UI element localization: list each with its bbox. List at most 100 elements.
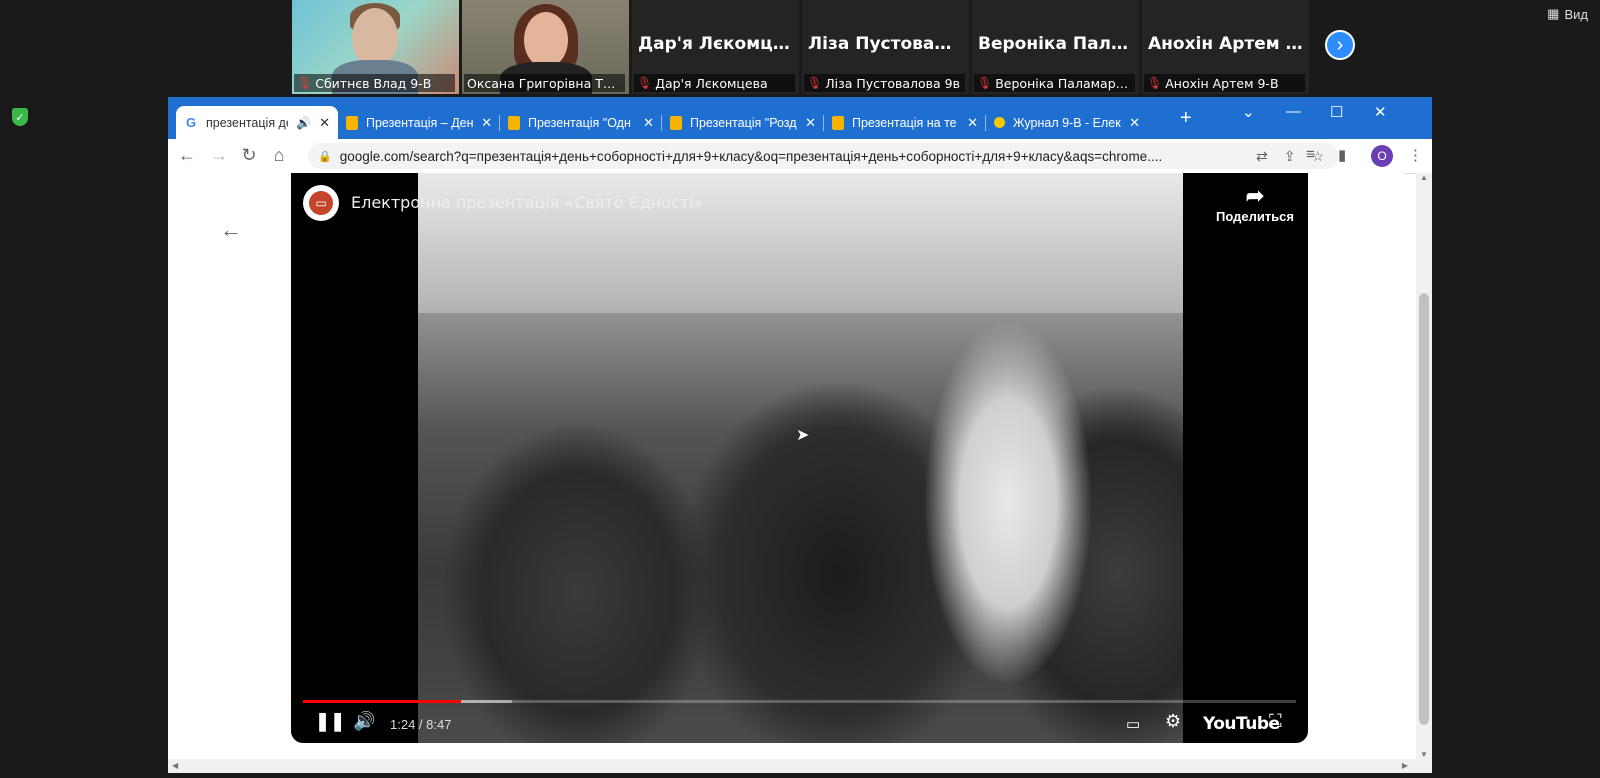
participant-tile[interactable]: Ліза Пустовало... 🎙 Ліза Пустовалова 9в <box>802 0 969 94</box>
close-tab-icon[interactable]: ✕ <box>643 115 654 131</box>
chevron-down-icon: ⌄ <box>1242 104 1255 121</box>
scroll-down-icon[interactable]: ▼ <box>1420 750 1428 759</box>
reload-button[interactable]: ↻ <box>238 145 260 166</box>
participant-name: Анохін Артем 9-В <box>1165 75 1279 91</box>
security-shield-icon[interactable]: ✓ <box>12 108 28 126</box>
channel-avatar[interactable]: ▭ <box>303 185 339 221</box>
plus-icon: + <box>1180 107 1192 129</box>
volume-button[interactable]: 🔊 <box>353 711 375 732</box>
reload-icon: ↻ <box>241 145 257 165</box>
youtube-player[interactable]: ▭ Електронна презентація «Свято Єдності»… <box>291 173 1308 743</box>
maximize-icon: ☐ <box>1330 104 1344 121</box>
media-queue-icon: ≡ <box>1306 146 1315 163</box>
address-bar[interactable]: 🔒 google.com/search?q=презентація+день+с… <box>308 143 1338 169</box>
participant-name-bar: 🎙 Ліза Пустовалова 9в <box>804 74 965 92</box>
tab-title: презентація де <box>206 115 289 130</box>
tab-title: Презентація "Одн <box>528 115 631 130</box>
tab-presentation[interactable]: Презентація на те ✕ <box>824 106 986 139</box>
pause-button[interactable]: ❚❚ <box>315 711 345 732</box>
browser-toolbar: ← → ↻ ⌂ 🔒 google.com/search?q=презентаці… <box>168 139 1432 174</box>
horizontal-scrollbar[interactable]: ◀ ▶ <box>168 759 1432 773</box>
progress-bar[interactable] <box>303 700 1296 703</box>
tab-strip: G презентація де 🔊 ✕ Презентація – Ден ✕… <box>168 97 1432 139</box>
tab-journal[interactable]: Журнал 9-В - Елек ✕ <box>986 106 1148 139</box>
close-window-button[interactable]: ✕ <box>1374 103 1387 121</box>
back-button[interactable]: ← <box>176 145 198 166</box>
close-tab-icon[interactable]: ✕ <box>967 115 978 131</box>
new-tab-button[interactable]: + <box>1180 107 1192 130</box>
tab-presentation[interactable]: Презентація – Ден ✕ <box>338 106 500 139</box>
close-tab-icon[interactable]: ✕ <box>805 115 816 131</box>
audio-playing-icon[interactable]: 🔊 <box>296 116 311 130</box>
tab-presentation[interactable]: Презентація "Розд ✕ <box>662 106 824 139</box>
video-title[interactable]: Електронна презентація «Свято Єдності» <box>351 193 703 212</box>
vertical-scrollbar[interactable]: ▲ ▼ <box>1416 173 1432 759</box>
participant-name-bar: 🎙 Анохін Артем 9-В <box>1144 74 1305 92</box>
tab-google-search[interactable]: G презентація де 🔊 ✕ <box>176 106 338 139</box>
media-control-button[interactable]: ≡ <box>1306 146 1315 163</box>
page-content: ← ▭ Електронна презентація «Свято Єдност… <box>168 173 1404 759</box>
close-tab-icon[interactable]: ✕ <box>319 115 330 131</box>
translate-icon[interactable]: ⇄ <box>1256 148 1268 165</box>
minimize-button[interactable]: — <box>1286 103 1301 120</box>
tab-title: Презентація – Ден <box>366 115 474 130</box>
mouse-cursor-icon: ➤ <box>796 427 810 444</box>
mic-off-icon: 🎙 <box>977 76 993 90</box>
scroll-left-icon[interactable]: ◀ <box>172 761 178 770</box>
browser-window: G презентація де 🔊 ✕ Презентація – Ден ✕… <box>168 97 1432 773</box>
mic-off-icon: 🎙 <box>1147 76 1163 90</box>
profile-avatar[interactable]: O <box>1371 145 1393 167</box>
mic-off-icon: 🎙 <box>297 76 313 90</box>
participant-name-bar: Оксана Григорівна Тимо... <box>464 74 625 92</box>
played-bar <box>303 700 461 703</box>
lock-icon[interactable]: 🔒 <box>318 150 332 163</box>
fullscreen-icon: ⛶ <box>1269 711 1282 731</box>
side-panel-button[interactable]: ▮ <box>1338 146 1346 164</box>
participant-name: Оксана Григорівна Тимо... <box>467 75 622 91</box>
forward-button[interactable]: → <box>208 145 230 166</box>
tab-search-button[interactable]: ⌄ <box>1242 103 1255 121</box>
scroll-up-icon[interactable]: ▲ <box>1420 173 1428 182</box>
back-arrow-button[interactable]: ← <box>220 217 242 243</box>
grid-view-icon: ▦ <box>1547 6 1560 21</box>
participant-display-name: Ліза Пустовало... <box>808 34 969 54</box>
close-tab-icon[interactable]: ✕ <box>481 115 492 131</box>
participant-tile-active-speaker[interactable]: Оксана Григорівна Тимо... <box>462 0 629 94</box>
url-text[interactable]: google.com/search?q=презентація+день+соб… <box>340 149 1256 164</box>
fullscreen-button[interactable]: ⛶ <box>1269 711 1282 732</box>
share-arrow-icon: ➦ <box>1245 183 1265 208</box>
slides-favicon-icon <box>670 115 682 130</box>
side-panel-icon: ▮ <box>1338 147 1347 164</box>
participant-name: Ліза Пустовалова 9в <box>825 75 960 91</box>
minimize-icon: — <box>1286 103 1301 120</box>
slides-favicon-icon <box>832 115 844 130</box>
mic-off-icon: 🎙 <box>807 76 823 90</box>
view-button[interactable]: ▦ Вид <box>1547 6 1588 22</box>
chevron-right-icon: › <box>1336 33 1344 56</box>
kebab-menu-icon: ⋮ <box>1408 147 1423 164</box>
scrollbar-thumb[interactable] <box>1419 293 1429 725</box>
participant-display-name: Анохін Артем 9... <box>1148 34 1309 54</box>
settings-button[interactable]: ⚙ <box>1165 711 1181 732</box>
participant-display-name: Дар'я Лєкомцева <box>638 34 799 54</box>
home-button[interactable]: ⌂ <box>268 145 290 166</box>
tab-title: Журнал 9-В - Елек <box>1013 115 1121 130</box>
participant-tile[interactable]: Анохін Артем 9... 🎙 Анохін Артем 9-В <box>1142 0 1309 94</box>
participant-tile[interactable]: Дар'я Лєкомцева 🎙 Дар'я Лєкомцева <box>632 0 799 94</box>
chrome-menu-button[interactable]: ⋮ <box>1408 146 1423 164</box>
scroll-right-icon[interactable]: ▶ <box>1402 761 1408 770</box>
participant-tile[interactable]: Вероніка Пала... 🎙 Вероніка Паламарчук <box>972 0 1139 94</box>
pause-icon: ❚❚ <box>315 711 346 731</box>
share-button[interactable]: ➦ Поделиться <box>1216 183 1294 224</box>
journal-favicon-icon <box>994 117 1005 128</box>
participant-tile[interactable]: 🎙 Сбитнєв Влад 9-В <box>292 0 459 94</box>
subtitles-button[interactable]: ▭ <box>1126 715 1140 733</box>
volume-icon: 🔊 <box>353 711 376 731</box>
tab-presentation[interactable]: Презентація "Одн ✕ <box>500 106 662 139</box>
next-page-button[interactable]: › <box>1325 30 1355 60</box>
close-tab-icon[interactable]: ✕ <box>1129 115 1140 131</box>
presentation-icon: ▭ <box>309 191 333 215</box>
share-icon[interactable]: ⇪ <box>1284 148 1296 165</box>
maximize-button[interactable]: ☐ <box>1330 103 1343 121</box>
arrow-left-icon: ← <box>220 217 242 242</box>
